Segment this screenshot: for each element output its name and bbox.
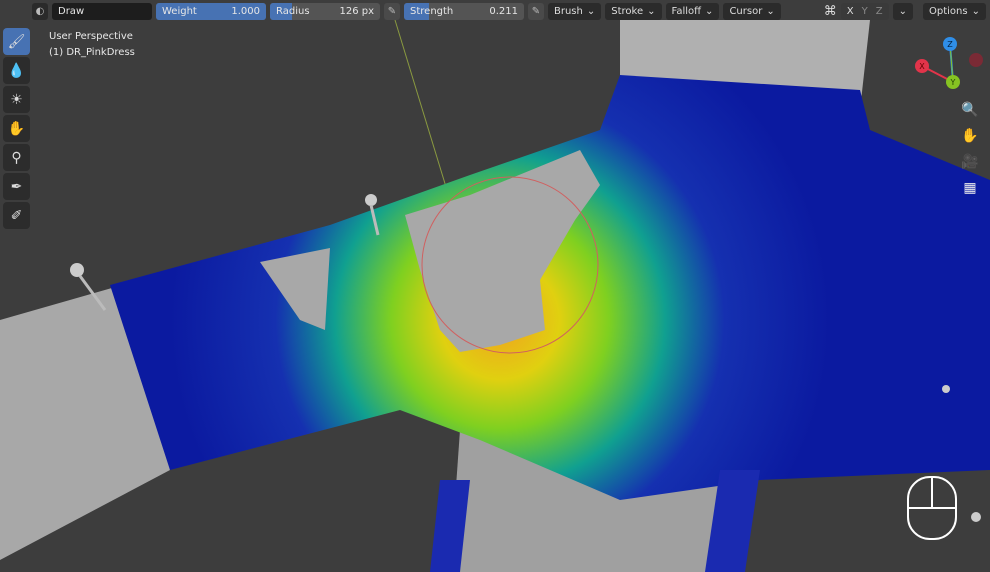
brush-name-field[interactable]: Draw: [52, 2, 152, 20]
eyedropper-tool-icon[interactable]: ✒: [3, 173, 30, 200]
brush-menu-label: Brush: [554, 5, 583, 17]
chevron-down-icon: ⌄: [898, 5, 908, 17]
radius-slider[interactable]: Radius 126 px: [270, 2, 380, 20]
blur-tool-icon[interactable]: 💧: [3, 57, 30, 84]
sample-tool-icon[interactable]: ⚲: [3, 144, 30, 171]
sculpt-mode-icon[interactable]: ◐: [32, 2, 48, 20]
toolbar: 🖌 💧 ☀ ✋ ⚲ ✒ ✐: [3, 28, 30, 229]
cursor-menu[interactable]: Cursor ⌄: [723, 2, 781, 20]
smear-tool-icon[interactable]: ✋: [3, 115, 30, 142]
symmetry-icon: ⌘: [823, 3, 837, 19]
options-label: Options: [929, 5, 968, 17]
viewport-info: User Perspective (1) DR_PinkDress: [49, 29, 135, 61]
chevron-down-icon: ⌄: [705, 5, 714, 17]
gizmo-z-label: Z: [947, 40, 953, 49]
mirror-axes: X Y Z: [840, 2, 889, 20]
mirror-z-toggle[interactable]: Z: [876, 6, 883, 17]
gizmo-neg-x[interactable]: [969, 53, 983, 67]
radius-value: 126 px: [339, 5, 374, 17]
falloff-menu[interactable]: Falloff ⌄: [665, 2, 720, 20]
camera-icon[interactable]: 🎥: [958, 150, 982, 174]
weight-slider[interactable]: Weight 1.000: [156, 2, 266, 20]
view-name: User Perspective: [49, 31, 133, 42]
radius-label: Radius: [276, 5, 310, 17]
strength-slider[interactable]: Strength 0.211: [404, 2, 524, 20]
options-menu[interactable]: Options ⌄: [923, 2, 986, 20]
tool-header: ◐ Draw Weight 1.000 Radius 126 px ✎ Streng…: [0, 0, 990, 22]
stroke-menu-label: Stroke: [611, 5, 644, 17]
stroke-menu[interactable]: Stroke ⌄: [605, 2, 662, 20]
zoom-icon[interactable]: 🔍: [958, 98, 982, 122]
chevron-down-icon: ⌄: [647, 5, 656, 17]
chevron-down-icon: ⌄: [971, 5, 980, 17]
falloff-menu-label: Falloff: [671, 5, 702, 17]
strength-pressure-icon[interactable]: ✎: [528, 2, 544, 20]
mirror-dropdown[interactable]: ⌄: [892, 2, 914, 20]
brush-menu[interactable]: Brush ⌄: [548, 2, 602, 20]
annotate-tool-icon[interactable]: ✐: [3, 202, 30, 229]
gizmo-y-label: Y: [950, 78, 956, 87]
strength-label: Strength: [410, 5, 454, 17]
object-name: (1) DR_PinkDress: [49, 47, 135, 58]
gizmo-x-label: X: [919, 62, 925, 71]
weight-value: 1.000: [231, 5, 260, 17]
cursor-menu-label: Cursor: [729, 5, 763, 17]
perspective-grid-icon[interactable]: ▦: [958, 176, 982, 200]
draw-tool-icon[interactable]: 🖌: [3, 28, 30, 55]
strength-value: 0.211: [489, 5, 518, 17]
brush-name: Draw: [58, 5, 85, 17]
mirror-y-toggle[interactable]: Y: [862, 6, 868, 17]
average-tool-icon[interactable]: ☀: [3, 86, 30, 113]
weight-label: Weight: [162, 5, 197, 17]
pan-hand-icon[interactable]: ✋: [958, 124, 982, 148]
viewport-3d[interactable]: [0, 0, 990, 572]
chevron-down-icon: ⌄: [766, 5, 775, 17]
chevron-down-icon: ⌄: [586, 5, 596, 17]
mirror-x-toggle[interactable]: X: [847, 6, 854, 17]
navigation-gizmo[interactable]: X Z Y: [910, 34, 990, 94]
radius-pressure-icon[interactable]: ✎: [384, 2, 400, 20]
